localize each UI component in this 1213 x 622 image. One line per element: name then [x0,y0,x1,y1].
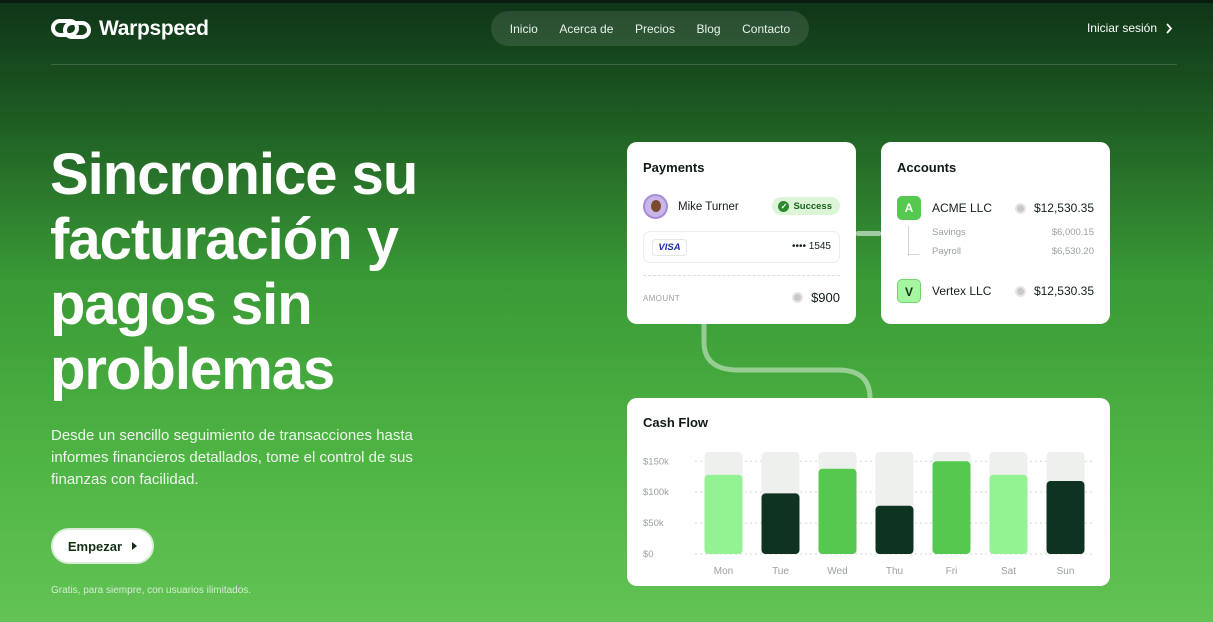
x-tick-label: Tue [772,566,789,577]
chevron-right-icon [1166,22,1173,34]
payments-card: Payments Mike Turner ✓ Success VISA ••••… [627,142,856,324]
accounts-card: Accounts A ACME LLC $12,530.35 Savings $… [881,142,1110,324]
x-tick-label: Thu [886,566,903,577]
check-icon: ✓ [778,200,790,212]
cta-label: Empezar [67,538,123,554]
amount-text: $900 [811,290,840,305]
bar [875,505,914,554]
account-value: $12,530.35 [1014,284,1094,298]
login-label: Iniciar sesión [1086,21,1157,35]
payments-title: Payments [643,160,705,175]
x-tick-label: Sat [1001,566,1016,577]
card-connector-curve [701,324,873,398]
sub-account-name: Savings [932,227,966,238]
y-tick-label: $100k [643,487,669,498]
y-tick-label: $50k [643,518,664,529]
bar [818,468,857,554]
cash-flow-card: Cash Flow $150k $100k $50k $0 Mon Tue Wed Thu Fr… [627,398,1110,586]
brand-logo[interactable]: Warpspeed [51,17,209,41]
login-link[interactable]: Iniciar sesión [1087,21,1173,35]
logo-icon [51,19,91,39]
main-nav: Inicio Acerca de Precios Blog Contacto [491,11,809,46]
sub-account-value: $6,530.20 [1051,246,1094,257]
account-value-text: $12,530.35 [1033,284,1094,298]
account-letter-badge: A [897,196,921,220]
amount-label: AMOUNT [643,294,681,303]
visa-logo: VISA [652,239,687,256]
account-name: Vertex LLC [932,284,992,298]
card-number: •••• 1545 [791,241,831,252]
x-tick-label: Sun [1057,566,1075,577]
cash-flow-chart: $150k $100k $50k $0 Mon Tue Wed Thu Fri Sat Sun [643,452,1094,577]
status-badge: ✓ Success [772,197,840,215]
sub-account-name: Payroll [932,246,962,257]
nav-item-acerca[interactable]: Acerca de [559,22,613,36]
account-value: $12,530.35 [1014,201,1094,215]
account-row[interactable]: V Vertex LLC $12,530.35 [897,279,1094,303]
payment-card-box: VISA •••• 1545 [643,231,840,263]
y-tick-label: $0 [643,549,654,560]
x-tick-label: Wed [827,566,847,577]
coin-icon [1014,202,1026,214]
brand-name: Warpspeed [99,17,209,40]
sub-account-row: Payroll $6,530.20 [932,246,1094,257]
bar [989,474,1028,554]
bar [1046,481,1085,554]
coin-icon [1014,285,1026,297]
x-tick-label: Mon [714,566,733,577]
account-value-text: $12,530.35 [1033,201,1094,215]
payment-user-name: Mike Turner [678,200,739,213]
payment-user: Mike Turner [643,194,739,219]
x-tick-label: Fri [946,566,958,577]
nav-item-precios[interactable]: Precios [635,22,675,36]
play-arrow-icon [132,542,138,550]
header-divider [51,64,1177,65]
nav-item-blog[interactable]: Blog [697,22,721,36]
avatar [643,194,668,219]
account-letter-badge: V [897,279,921,303]
y-tick-label: $150k [643,456,669,467]
nav-item-inicio[interactable]: Inicio [510,22,538,36]
sub-account-value: $6,000.15 [1051,227,1094,238]
account-name: ACME LLC [932,201,993,215]
accounts-title: Accounts [897,160,957,175]
bar [932,461,971,554]
status-label: Success [793,200,832,212]
coin-icon [792,292,804,303]
nav-item-contacto[interactable]: Contacto [742,22,790,36]
dashed-divider [643,275,840,276]
hero-title: Sincronice su facturación y pagos sin pr… [50,142,418,402]
bar [761,493,800,554]
tree-connector [908,226,922,256]
amount-value: $900 [792,290,840,305]
get-started-button[interactable]: Empezar [51,528,154,564]
account-row[interactable]: A ACME LLC $12,530.35 [897,196,1094,220]
card-connector [856,231,881,236]
hero-note: Gratis, para siempre, con usuarios ilimi… [51,585,252,596]
header: Warpspeed Inicio Acerca de Precios Blog … [0,3,1213,55]
sub-account-row: Savings $6,000.15 [932,227,1094,238]
bar [704,474,743,554]
hero-subtitle: Desde un sencillo seguimiento de transac… [51,427,413,488]
